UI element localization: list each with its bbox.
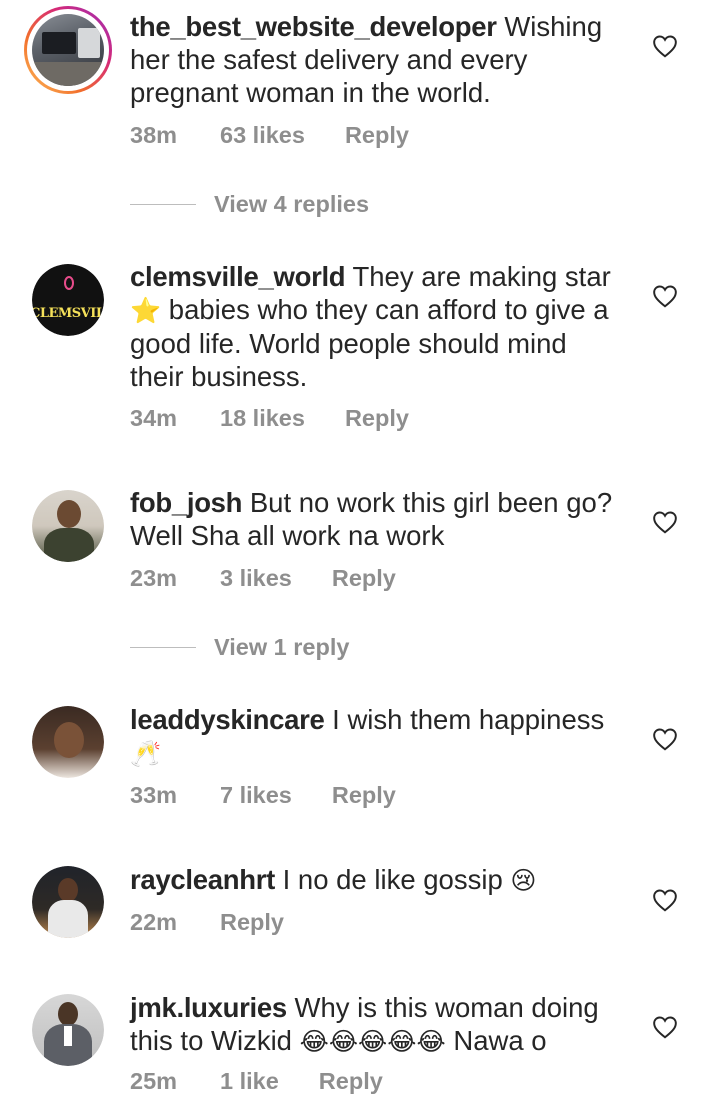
clinking-glasses-emoji: 🥂 bbox=[130, 739, 162, 768]
comment-time: 33m bbox=[130, 782, 178, 808]
comment-username[interactable]: the_best_website_developer bbox=[130, 11, 497, 42]
comment-time: 34m bbox=[130, 405, 178, 431]
crying-face-emoji: 😢 bbox=[510, 866, 537, 895]
heart-outline-icon[interactable] bbox=[652, 510, 678, 534]
avatar[interactable] bbox=[32, 490, 104, 562]
comment-text: the_best_website_developer Wishing her t… bbox=[130, 10, 620, 109]
comment-time: 38m bbox=[130, 122, 178, 148]
comment-text: leaddyskincare I wish them happiness 🥂 bbox=[130, 703, 620, 770]
reply-button[interactable]: Reply bbox=[332, 782, 396, 809]
star-emoji: ⭐ bbox=[130, 296, 162, 325]
avatar-logo-text: CLEMSVILLE bbox=[32, 306, 104, 321]
comment-username[interactable]: leaddyskincare bbox=[130, 704, 325, 735]
heart-outline-icon[interactable] bbox=[652, 34, 678, 58]
comment-text: jmk.luxuries Why is this woman doing thi… bbox=[130, 991, 620, 1058]
avatar[interactable] bbox=[24, 6, 112, 94]
heart-outline-icon[interactable] bbox=[652, 727, 678, 751]
comment-time: 22m bbox=[130, 909, 178, 935]
comment-time: 25m bbox=[130, 1068, 178, 1094]
comment-username[interactable]: raycleanhrt bbox=[130, 864, 275, 895]
reply-button[interactable]: Reply bbox=[220, 909, 284, 936]
comment-body: They are making star bbox=[352, 261, 611, 292]
comment-text: raycleanhrt I no de like gossip 😢 bbox=[130, 863, 620, 897]
comment-meta: 34m 18 likes Reply bbox=[130, 405, 409, 432]
comment-body-continued: babies who they can afford to give a goo… bbox=[130, 294, 609, 392]
avatar[interactable] bbox=[32, 994, 104, 1066]
comment-meta: 23m 3 likes Reply bbox=[130, 565, 396, 592]
comment-likes[interactable]: 63 likes bbox=[220, 122, 305, 149]
comment-likes[interactable]: 1 like bbox=[220, 1068, 279, 1095]
reply-button[interactable]: Reply bbox=[319, 1068, 383, 1095]
heart-outline-icon[interactable] bbox=[652, 888, 678, 912]
view-replies-button[interactable]: View 1 reply bbox=[130, 634, 349, 661]
divider bbox=[130, 647, 196, 648]
divider bbox=[130, 204, 196, 205]
laughing-tears-emoji: 😂😂😂😂😂 bbox=[299, 1027, 446, 1056]
comment-text: clemsville_world They are making star ⭐ … bbox=[130, 260, 620, 393]
comment-time: 23m bbox=[130, 565, 178, 591]
comment-likes[interactable]: 18 likes bbox=[220, 405, 305, 432]
avatar[interactable]: CLEMSVILLE bbox=[32, 264, 104, 336]
comment-likes[interactable]: 3 likes bbox=[220, 565, 292, 592]
comment-username[interactable]: jmk.luxuries bbox=[130, 992, 287, 1023]
view-replies-button[interactable]: View 4 replies bbox=[130, 191, 369, 218]
view-replies-label: View 4 replies bbox=[214, 191, 370, 217]
avatar[interactable] bbox=[32, 866, 104, 938]
heart-outline-icon[interactable] bbox=[652, 1015, 678, 1039]
comment-body: I wish them happiness bbox=[332, 704, 605, 735]
comment-username[interactable]: fob_josh bbox=[130, 487, 242, 518]
reply-button[interactable]: Reply bbox=[332, 565, 396, 592]
comment-username[interactable]: clemsville_world bbox=[130, 261, 346, 292]
comment-text: fob_josh But no work this girl been go? … bbox=[130, 486, 620, 552]
avatar[interactable] bbox=[32, 706, 104, 778]
comment-body-continued: Nawa o bbox=[453, 1025, 547, 1056]
comment-meta: 33m 7 likes Reply bbox=[130, 782, 396, 809]
heart-outline-icon[interactable] bbox=[652, 284, 678, 308]
reply-button[interactable]: Reply bbox=[345, 405, 409, 432]
comment-meta: 25m 1 like Reply bbox=[130, 1068, 383, 1095]
comment-meta: 38m 63 likes Reply bbox=[130, 122, 409, 149]
comment-body: I no de like gossip bbox=[282, 864, 503, 895]
comment-likes[interactable]: 7 likes bbox=[220, 782, 292, 809]
view-replies-label: View 1 reply bbox=[214, 634, 350, 660]
reply-button[interactable]: Reply bbox=[345, 122, 409, 149]
comment-meta: 22m Reply bbox=[130, 909, 284, 936]
